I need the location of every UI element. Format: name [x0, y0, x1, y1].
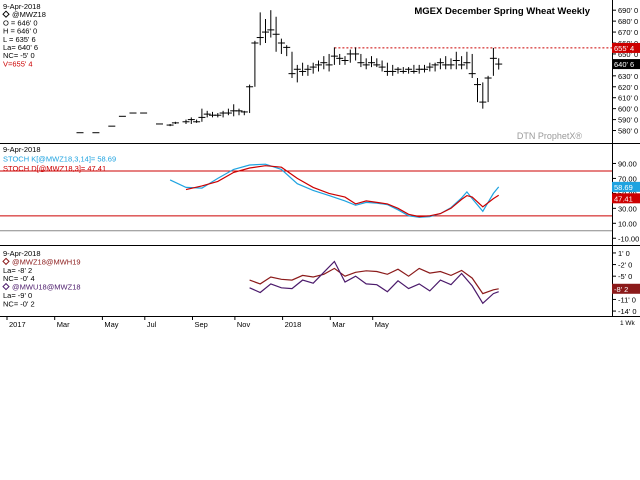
- x-tick-label: May: [375, 320, 389, 329]
- wheat-chart: 580' 0 590' 0 600' 0 610' 0 620' 0 630' 0 640'…: [0, 0, 640, 480]
- y-tick-label: 600' 0: [618, 105, 638, 114]
- y-tick-label: 670' 0: [618, 28, 638, 37]
- value-tag-label: 655' 4: [614, 44, 634, 53]
- y-tick-label: 680' 0: [618, 17, 638, 26]
- timeframe-label: 1 Wk: [620, 320, 636, 327]
- y-tick-label: 620' 0: [618, 83, 638, 92]
- y-tick-label: 590' 0: [618, 116, 638, 125]
- legend-entry: STOCH D[@MWZ18,3]= 47.41: [3, 164, 106, 173]
- value-tag-label: 640' 6: [614, 60, 634, 69]
- legend-entry: NC= -0' 2: [3, 299, 35, 308]
- y-tick-label: 90.00: [618, 159, 637, 168]
- background: [0, 0, 640, 480]
- legend-entry: V=655' 4: [3, 59, 33, 68]
- x-tick-label: Sep: [195, 320, 208, 329]
- x-tick-label: May: [104, 320, 118, 329]
- x-tick-label: Mar: [332, 320, 345, 329]
- y-tick-label: 30.00: [618, 204, 637, 213]
- x-tick-label: 2017: [9, 320, 26, 329]
- y-tick-label: 1' 0: [618, 249, 630, 258]
- y-tick-label: -5' 0: [618, 272, 632, 281]
- y-tick-label: 580' 0: [618, 127, 638, 136]
- x-tick-label: Nov: [237, 320, 251, 329]
- x-tick-label: Mar: [57, 320, 70, 329]
- value-tag-label: -8' 2: [614, 285, 628, 294]
- y-tick-label: -14' 0: [618, 307, 637, 316]
- legend-entry: STOCH K[@MWZ18,3,14]= 58.69: [3, 155, 116, 164]
- watermark: DTN ProphetX®: [517, 131, 583, 141]
- value-tag-label: 47.41: [614, 194, 633, 203]
- x-tick-label: 2018: [285, 320, 302, 329]
- y-tick-label: -10.00: [618, 234, 639, 243]
- y-tick-label: 690' 0: [618, 6, 638, 15]
- y-tick-label: -11' 0: [618, 295, 636, 304]
- chart-title: MGEX December Spring Wheat Weekly: [414, 6, 590, 17]
- y-tick-label: 610' 0: [618, 94, 638, 103]
- y-tick-label: -2' 0: [618, 261, 632, 270]
- legend-entry: 9-Apr-2018: [3, 145, 41, 154]
- spread-value-tags: -8' 2: [612, 283, 640, 294]
- y-tick-label: 630' 0: [618, 72, 638, 81]
- x-tick-label: Jul: [147, 320, 157, 329]
- value-tag-label: 58.69: [614, 183, 633, 192]
- y-tick-label: 10.00: [618, 219, 637, 228]
